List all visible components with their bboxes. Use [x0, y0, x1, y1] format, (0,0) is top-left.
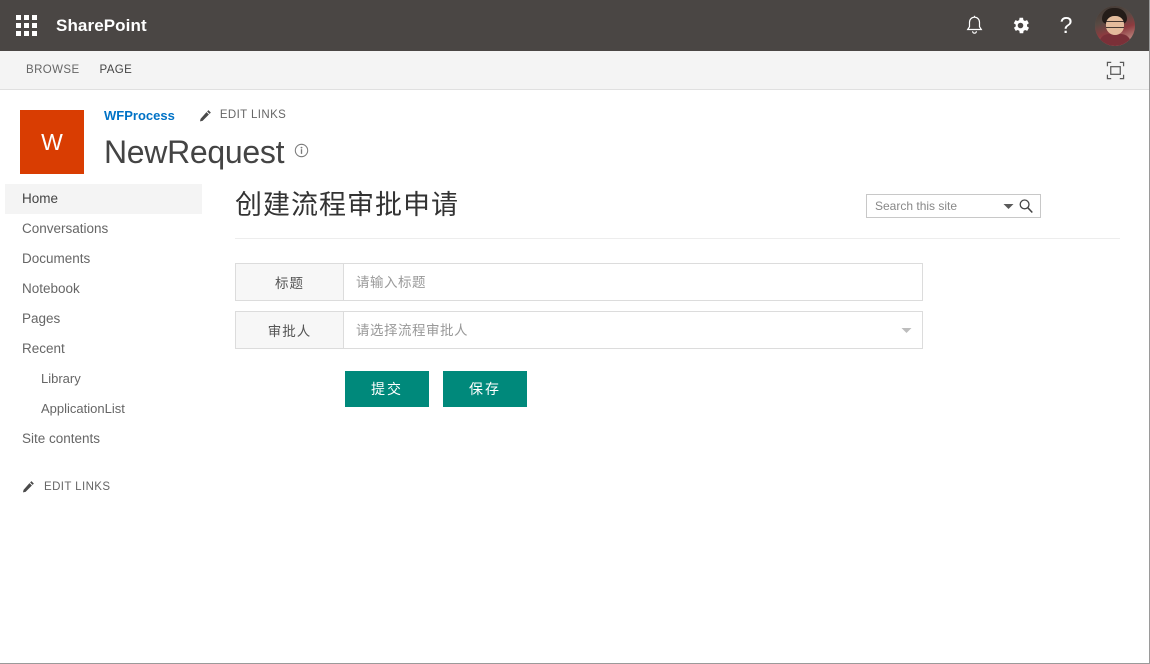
sidebar-item-site-contents[interactable]: Site contents — [0, 424, 202, 454]
search-scope-caret-button[interactable] — [1000, 203, 1016, 210]
page-title: NewRequest — [104, 131, 309, 168]
avatar-glasses — [1106, 20, 1124, 28]
sharepoint-page: SharePoint ? BROWSE PAGE W WFProcess EDI… — [0, 0, 1150, 664]
save-button[interactable]: 保存 — [443, 371, 527, 407]
search-submit-button[interactable] — [1016, 198, 1036, 214]
focus-on-content-icon — [1106, 61, 1125, 79]
search-input[interactable] — [875, 199, 1000, 213]
sidebar-item-notebook[interactable]: Notebook — [0, 274, 202, 304]
submit-button[interactable]: 提交 — [345, 371, 429, 407]
header-edit-links-label: EDIT LINKS — [219, 109, 287, 121]
question-mark-icon: ? — [1059, 12, 1073, 38]
suite-brand[interactable]: SharePoint — [56, 16, 147, 36]
field-label-approver: 审批人 — [235, 311, 343, 349]
sidebar-item-conversations[interactable]: Conversations — [0, 214, 202, 244]
field-group-approver: 审批人 — [235, 311, 923, 349]
chevron-down-icon — [1003, 203, 1013, 209]
info-circle-button[interactable] — [294, 131, 309, 163]
sidebar-item-recent[interactable]: Recent — [0, 334, 202, 364]
header-edit-links-button[interactable]: EDIT LINKS — [199, 109, 286, 122]
ribbon-bar: BROWSE PAGE — [0, 51, 1149, 90]
sidebar-item-library[interactable]: Library — [0, 364, 202, 394]
form-actions: 提交 保存 — [345, 371, 1125, 407]
avatar[interactable] — [1095, 5, 1135, 46]
site-title-block: WFProcess EDIT LINKS NewRequest — [104, 106, 309, 168]
suite-bar: SharePoint ? — [0, 0, 1149, 51]
breadcrumb: WFProcess EDIT LINKS — [104, 106, 309, 124]
pencil-icon — [22, 481, 34, 493]
sidebar-item-documents[interactable]: Documents — [0, 244, 202, 274]
settings-button[interactable] — [997, 0, 1043, 51]
field-control-title[interactable] — [343, 263, 923, 301]
magnifier-icon — [1019, 199, 1033, 214]
title-input[interactable] — [356, 274, 912, 290]
left-navigation: Home Conversations Documents Notebook Pa… — [0, 174, 214, 493]
avatar-body — [1099, 33, 1131, 46]
sidebar-edit-links-label: EDIT LINKS — [44, 480, 111, 493]
help-button[interactable]: ? — [1043, 0, 1089, 51]
breadcrumb-link-wfprocess[interactable]: WFProcess — [104, 108, 175, 123]
suite-bar-actions: ? — [951, 0, 1135, 51]
search-box[interactable] — [866, 194, 1041, 218]
approver-dropdown-button[interactable] — [893, 327, 912, 334]
page-title-text: NewRequest — [104, 134, 285, 170]
sidebar-item-home[interactable]: Home — [5, 184, 202, 214]
notifications-button[interactable] — [951, 0, 997, 51]
heading-divider — [235, 238, 1120, 239]
sidebar-edit-links-button[interactable]: EDIT LINKS — [0, 470, 214, 493]
field-label-title: 标题 — [235, 263, 343, 301]
site-logo[interactable]: W — [20, 110, 84, 174]
approver-select-input[interactable] — [356, 322, 893, 338]
ribbon-tab-browse[interactable]: BROWSE — [16, 58, 90, 82]
app-launcher-button[interactable] — [0, 0, 52, 51]
info-circle-icon — [295, 143, 309, 158]
bell-icon — [966, 15, 982, 34]
page-body: Home Conversations Documents Notebook Pa… — [0, 174, 1149, 493]
chevron-down-icon — [901, 327, 912, 333]
waffle-grid-icon — [15, 15, 37, 36]
field-group-title: 标题 — [235, 263, 923, 301]
site-header: W WFProcess EDIT LINKS NewRequest — [0, 90, 1149, 218]
focus-on-content-button[interactable] — [1106, 61, 1139, 80]
field-control-approver[interactable] — [343, 311, 923, 349]
sidebar-item-pages[interactable]: Pages — [0, 304, 202, 334]
ribbon-tab-page[interactable]: PAGE — [90, 58, 143, 82]
pencil-icon — [199, 109, 211, 121]
gear-icon — [1013, 17, 1029, 34]
sidebar-item-applicationlist[interactable]: ApplicationList — [0, 394, 202, 424]
